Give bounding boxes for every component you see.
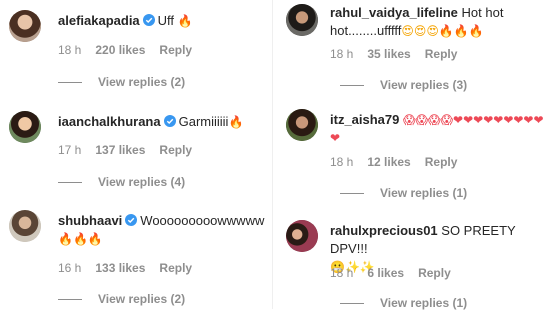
username[interactable]: rahul_vaidya_lifeline [330, 5, 458, 20]
view-replies-button[interactable]: View replies (2) [58, 292, 185, 306]
comments-column-right: rahul_vaidya_lifeline Hot hot hot.......… [276, 0, 549, 310]
view-replies-button[interactable]: View replies (4) [58, 175, 185, 189]
verified-badge-icon [163, 115, 176, 127]
comment-text: Wooooooooowwwww [140, 213, 265, 228]
comment-body: shubhaavi Wooooooooowwwww 🔥🔥🔥 [58, 212, 266, 248]
avatar[interactable] [286, 109, 318, 141]
replies-line-divider [58, 299, 82, 301]
view-replies-label: View replies (4) [98, 175, 186, 189]
replies-line-divider [340, 303, 364, 305]
likes-count[interactable]: 220 likes [95, 43, 145, 57]
comment-text: Garmiiiiii [178, 114, 229, 129]
comment-body: rahul_vaidya_lifeline Hot hot hot.......… [330, 4, 545, 40]
username[interactable]: shubhaavi [58, 213, 122, 228]
likes-count[interactable]: 137 likes [95, 143, 145, 157]
likes-count[interactable]: 12 likes [367, 155, 410, 169]
avatar[interactable] [286, 220, 318, 252]
reply-button[interactable]: Reply [425, 155, 458, 169]
view-replies-button[interactable]: View replies (1) [340, 296, 467, 310]
reply-button[interactable]: Reply [418, 266, 451, 280]
comment-text: Uff [157, 13, 175, 28]
comment-meta: 16 h 133 likes Reply [58, 261, 206, 275]
comment-time[interactable]: 16 h [58, 261, 81, 275]
fire-emoji-icon: 🔥 [177, 14, 193, 28]
comment-body: alefiakapadia Uff 🔥 [58, 12, 266, 30]
likes-count[interactable]: 6 likes [367, 266, 404, 280]
reply-button[interactable]: Reply [159, 261, 192, 275]
view-replies-label: View replies (2) [98, 292, 186, 306]
likes-count[interactable]: 35 likes [367, 47, 410, 61]
comment-meta: 17 h 137 likes Reply [58, 143, 206, 157]
username[interactable]: alefiakapadia [58, 13, 140, 28]
view-replies-button[interactable]: View replies (3) [340, 78, 467, 92]
avatar[interactable] [286, 4, 318, 36]
comment-time[interactable]: 18 h [58, 43, 81, 57]
replies-line-divider [340, 85, 364, 87]
comment-time[interactable]: 17 h [58, 143, 81, 157]
comment-time[interactable]: 18 h [330, 266, 353, 280]
username[interactable]: rahulxprecious01 [330, 223, 438, 238]
fire-emoji-icon: 🔥 [228, 115, 244, 129]
avatar[interactable] [9, 10, 41, 42]
comment-meta: 18 h 6 likes Reply [330, 266, 465, 280]
column-divider [272, 0, 273, 309]
view-replies-button[interactable]: View replies (2) [58, 75, 185, 89]
view-replies-button[interactable]: View replies (1) [340, 186, 467, 200]
comment-time[interactable]: 18 h [330, 47, 353, 61]
verified-badge-icon [125, 214, 138, 226]
reply-button[interactable]: Reply [159, 43, 192, 57]
comment-meta: 18 h 220 likes Reply [58, 43, 206, 57]
view-replies-label: View replies (1) [380, 296, 468, 310]
view-replies-label: View replies (2) [98, 75, 186, 89]
reply-button[interactable]: Reply [159, 143, 192, 157]
replies-line-divider [58, 82, 82, 84]
comment-meta: 18 h 35 likes Reply [330, 47, 471, 61]
avatar[interactable] [9, 111, 41, 143]
username[interactable]: iaanchalkhurana [58, 114, 161, 129]
fire-emoji-icon: 🔥🔥🔥 [58, 232, 103, 246]
comment-meta: 18 h 12 likes Reply [330, 155, 471, 169]
username[interactable]: itz_aisha79 [330, 112, 399, 127]
comment-time[interactable]: 18 h [330, 155, 353, 169]
reply-button[interactable]: Reply [425, 47, 458, 61]
replies-line-divider [340, 193, 364, 195]
view-replies-label: View replies (3) [380, 78, 468, 92]
verified-badge-icon [142, 14, 155, 26]
view-replies-label: View replies (1) [380, 186, 468, 200]
avatar[interactable] [9, 210, 41, 242]
comment-body: iaanchalkhurana Garmiiiiii🔥 [58, 113, 266, 131]
replies-line-divider [58, 182, 82, 184]
likes-count[interactable]: 133 likes [95, 261, 145, 275]
comment-body: itz_aisha79 😱😱😱😱❤❤❤❤❤❤❤❤❤❤ [330, 111, 545, 147]
heart-eyes-fire-emoji-icon: 😍😍😍🔥🔥🔥 [401, 24, 484, 38]
comments-column-left: alefiakapadia Uff 🔥 18 h 220 likes Reply Vi… [0, 0, 270, 309]
